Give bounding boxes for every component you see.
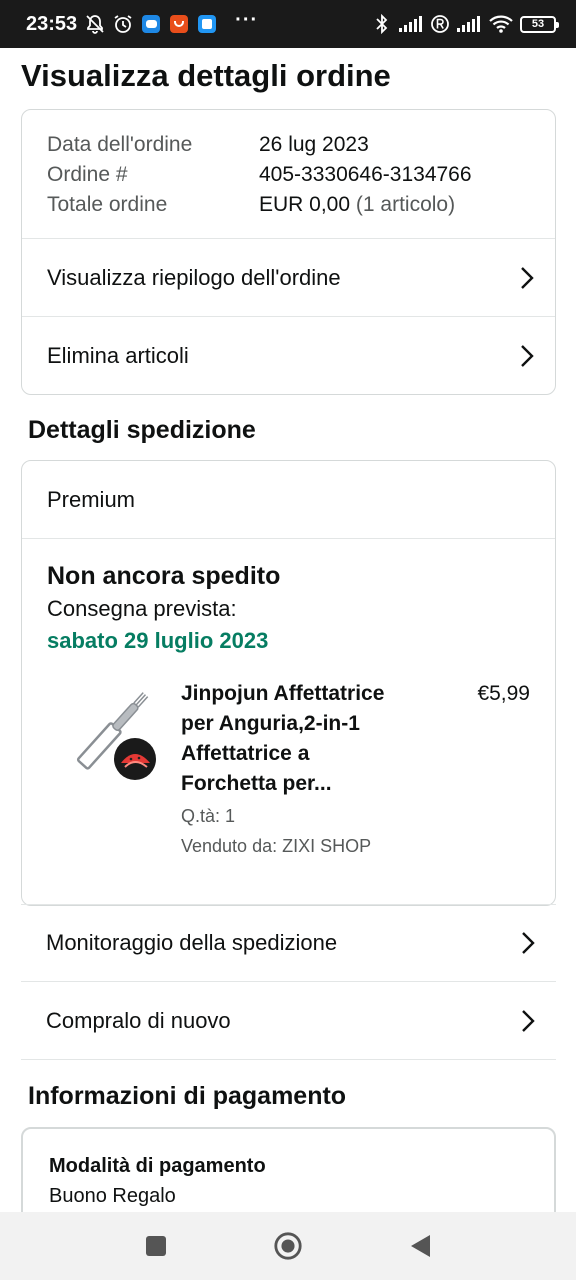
order-summary-link[interactable]: Visualizza riepilogo dell'ordine <box>22 238 555 316</box>
roaming-icon <box>430 14 450 34</box>
system-navigation-bar <box>0 1212 576 1280</box>
buy-again-link[interactable]: Compralo di nuovo <box>21 982 556 1060</box>
chevron-right-icon <box>522 932 535 954</box>
order-date-row: Data dell'ordine 26 lug 2023 <box>47 130 530 160</box>
buy-again-label: Compralo di nuovo <box>46 1007 231 1033</box>
product-info: Jinpojun Affettatrice per Anguria,2-in-1… <box>181 679 477 861</box>
order-total-value: EUR 0,00 (1 articolo) <box>259 190 455 220</box>
track-shipment-link[interactable]: Monitoraggio della spedizione <box>21 904 556 982</box>
back-triangle-icon <box>411 1235 430 1257</box>
payment-section-title: Informazioni di pagamento <box>28 1082 347 1110</box>
delete-items-link[interactable]: Elimina articoli <box>22 316 555 394</box>
order-number-row: Ordine # 405-3330646-3134766 <box>47 160 530 190</box>
shopping-app-icon <box>169 14 189 34</box>
status-time: 23:53 <box>26 12 78 35</box>
payment-method-label: Modalità di pagamento <box>49 1155 266 1177</box>
signal-icon <box>398 14 424 34</box>
order-total-row: Totale ordine EUR 0,00 (1 articolo) <box>47 190 530 220</box>
shipment-card: Premium Non ancora spedito Consegna prev… <box>21 460 556 906</box>
shipping-method: Premium <box>22 461 555 539</box>
order-total-label: Totale ordine <box>47 193 168 216</box>
shipment-section-title: Dettagli spedizione <box>28 416 256 444</box>
order-summary-card: Data dell'ordine 26 lug 2023 Ordine # 40… <box>21 109 556 395</box>
back-button[interactable] <box>405 1231 435 1261</box>
expected-delivery-label: Consegna prevista: <box>47 596 237 621</box>
delete-items-link-label: Elimina articoli <box>47 342 189 368</box>
battery-icon: 53 <box>520 15 559 33</box>
recent-apps-button[interactable] <box>141 1231 171 1261</box>
product-quantity: Q.tà: 1 <box>181 806 236 826</box>
bluetooth-icon <box>372 14 392 34</box>
order-info: Data dell'ordine 26 lug 2023 Ordine # 40… <box>22 110 555 238</box>
shipment-body: Non ancora spedito Consegna prevista: sa… <box>22 539 555 861</box>
more-notifications-icon: ··· <box>235 8 259 31</box>
expected-delivery-date: sabato 29 luglio 2023 <box>47 628 269 653</box>
circle-icon <box>274 1232 302 1260</box>
product-seller: Venduto da: ZIXI SHOP <box>181 836 372 856</box>
signal-2-icon <box>456 14 482 34</box>
order-summary-link-label: Visualizza riepilogo dell'ordine <box>47 264 341 290</box>
home-button[interactable] <box>273 1231 303 1261</box>
chevron-right-icon <box>522 1009 535 1032</box>
messenger-app-icon <box>197 14 217 34</box>
order-date-label: Data dell'ordine <box>47 133 193 156</box>
track-shipment-label: Monitoraggio della spedizione <box>46 930 338 955</box>
order-total-items: (1 articolo) <box>355 193 456 216</box>
product-name[interactable]: Jinpojun Affettatrice per Anguria,2-in-1… <box>181 679 401 799</box>
order-number-value: 405-3330646-3134766 <box>259 163 472 186</box>
shipment-status: Non ancora spedito <box>47 562 281 590</box>
payment-method-value: Buono Regalo <box>49 1185 176 1207</box>
chevron-right-icon <box>521 266 534 289</box>
alarm-icon <box>113 14 133 34</box>
status-right: 53 <box>372 14 559 34</box>
chevron-right-icon <box>521 344 534 367</box>
notification-icons: ··· <box>85 9 258 34</box>
product-item[interactable]: Jinpojun Affettatrice per Anguria,2-in-1… <box>47 679 530 861</box>
page-title: Visualizza dettagli ordine <box>21 58 391 93</box>
chat-app-icon <box>141 14 161 34</box>
wifi-icon <box>488 14 514 34</box>
order-date-value: 26 lug 2023 <box>259 133 369 156</box>
bell-off-icon <box>85 14 105 34</box>
status-bar: 23:53 ··· 53 <box>0 0 576 48</box>
product-image[interactable] <box>55 679 165 789</box>
product-price: €5,99 <box>477 682 530 705</box>
order-total-amount: EUR 0,00 <box>259 193 351 216</box>
order-number-label: Ordine # <box>47 163 128 186</box>
square-icon <box>146 1236 166 1256</box>
